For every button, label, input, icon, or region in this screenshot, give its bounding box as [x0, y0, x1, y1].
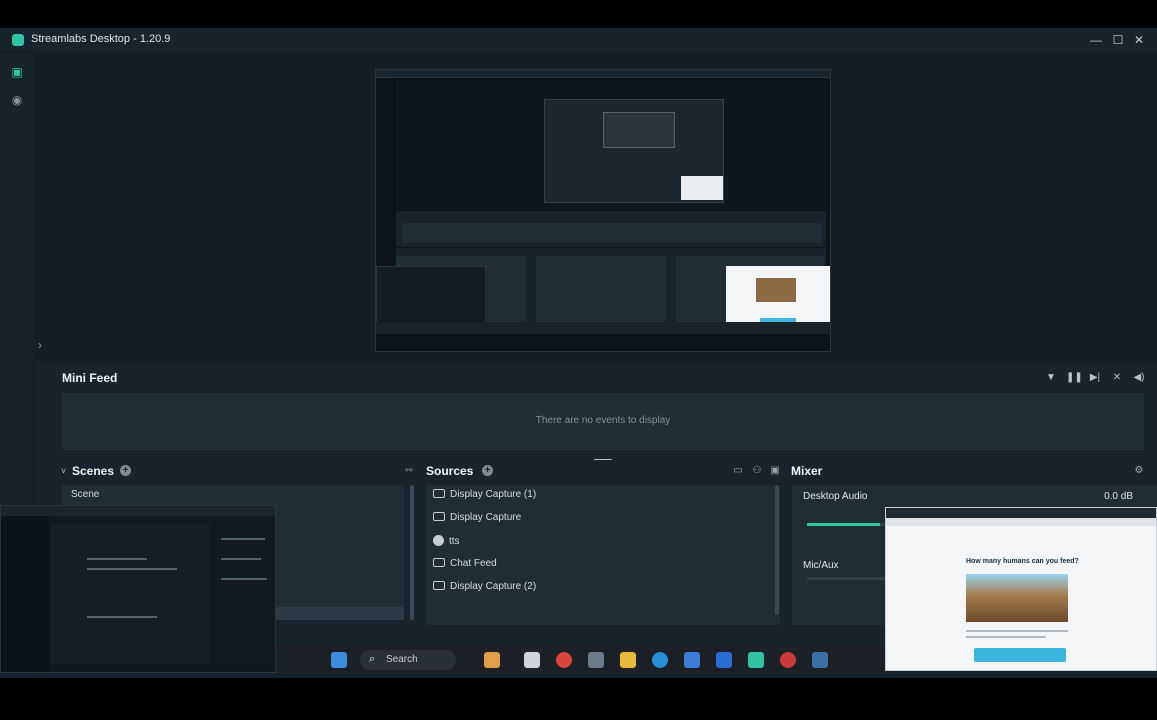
group-icon[interactable]: ⚇: [750, 464, 764, 478]
streamlabs-taskbar-icon[interactable]: [748, 652, 764, 668]
nested-minifeed: [396, 211, 826, 247]
source-label: Display Capture: [450, 512, 522, 523]
filter-icon[interactable]: ▼: [1044, 371, 1058, 385]
thumbnail-tabbar: [1, 506, 275, 516]
preview-display-capture: [375, 69, 831, 352]
source-label: tts: [449, 536, 460, 547]
nested-preview-frame: [544, 99, 724, 203]
app-icon[interactable]: [812, 652, 828, 668]
browser-cta-button: [974, 648, 1066, 662]
search-icon: ⌕: [369, 653, 376, 665]
chrome-icon[interactable]: [556, 652, 572, 668]
mini-feed-events: There are no events to display: [62, 393, 1144, 450]
browser-text-line: [966, 636, 1046, 638]
thumbnail-sidebar: [1, 516, 49, 672]
windows-start-icon[interactable]: [331, 652, 347, 668]
mixer-title: Mixer: [791, 464, 823, 478]
store-icon[interactable]: [716, 652, 732, 668]
thumbnail-text-line: [87, 568, 177, 570]
nested-browser-image: [756, 278, 796, 302]
thumbnail-main: [51, 524, 211, 664]
preview-window-bar: [376, 70, 830, 78]
thumbnail-text-line: [87, 558, 147, 560]
gear-icon[interactable]: ⚙: [1132, 464, 1146, 478]
pause-icon[interactable]: ❚❚: [1066, 371, 1083, 385]
monitor-icon: [433, 558, 445, 567]
source-label: Chat Feed: [450, 558, 497, 569]
task-view-icon[interactable]: [524, 652, 540, 668]
nested-sources: [536, 256, 666, 326]
mail-icon[interactable]: [684, 652, 700, 668]
browser-thumbnail-window: How many humans can you feed?: [885, 507, 1157, 671]
monitor-icon: [433, 489, 445, 498]
monitor-icon: [433, 581, 445, 590]
mixer-channel-name: Mic/Aux: [803, 560, 839, 571]
source-item[interactable]: tts: [433, 535, 460, 555]
source-item[interactable]: Display Capture (1): [433, 489, 536, 509]
taskbar-search-label: Search: [386, 654, 418, 665]
nested-taskbar: [376, 322, 830, 334]
browser-address-bar: [886, 518, 1156, 526]
thumbnail-text-line: [221, 558, 261, 560]
close-button[interactable]: ✕: [1129, 30, 1149, 50]
mini-feed-empty-message: There are no events to display: [535, 415, 671, 426]
windows-taskbar: ⌕ Search: [276, 645, 885, 675]
source-item[interactable]: Chat Feed: [433, 558, 497, 578]
browser-text-line: [966, 630, 1068, 632]
sources-title: Sources: [426, 464, 474, 478]
scene-transitions-icon[interactable]: ⇿: [402, 464, 416, 478]
chrome-profile-icon[interactable]: [780, 652, 796, 668]
mini-feed-panel: Mini Feed ▼ ❚❚ ▶| ✕ ◀) There are no even…: [35, 363, 1157, 453]
title-bar: Streamlabs Desktop - 1.20.9 — ☐ ✕: [0, 28, 1157, 52]
monitor-icon: [433, 512, 445, 521]
thumbnail-text-line: [221, 578, 267, 580]
scenes-scrollbar[interactable]: [410, 485, 414, 620]
volume-icon[interactable]: ◀): [1132, 371, 1146, 385]
streamlabs-logo-icon: [12, 34, 24, 46]
add-source-icon[interactable]: +: [482, 465, 493, 476]
source-item[interactable]: Display Capture: [433, 512, 521, 532]
volume-meter-fill: [807, 523, 880, 526]
maximize-button[interactable]: ☐: [1108, 30, 1128, 50]
file-explorer-icon[interactable]: [620, 652, 636, 668]
mini-feed-title: Mini Feed: [62, 371, 118, 385]
thumbnail-text-line: [221, 538, 265, 540]
app-icon[interactable]: [588, 652, 604, 668]
source-label: Display Capture (2): [450, 581, 537, 592]
sources-scrollbar[interactable]: [775, 485, 779, 615]
window-title: Streamlabs Desktop - 1.20.9: [31, 33, 171, 45]
mixer-channel-name: Desktop Audio: [803, 491, 868, 502]
thumbnail-text-line: [87, 616, 157, 618]
desktop-thumbnail-window: [0, 505, 276, 673]
sources-list: Display Capture (1) Display Capture tts …: [426, 485, 780, 625]
scene-item[interactable]: Scene: [71, 489, 99, 500]
browser-tabbar: [886, 508, 1156, 518]
scenes-title: Scenes: [72, 464, 115, 478]
chevron-down-icon[interactable]: ˅: [61, 466, 66, 476]
taskbar-widget-icon[interactable]: [484, 652, 500, 668]
skip-icon[interactable]: ▶|: [1088, 371, 1102, 385]
edge-icon[interactable]: [652, 652, 668, 668]
nested-screen: [603, 112, 675, 148]
add-scene-icon[interactable]: +: [120, 465, 131, 476]
mixer-channel-db: 0.0 dB: [1104, 491, 1133, 502]
browser-hero-image: [966, 574, 1068, 622]
nested-preview: [396, 79, 826, 209]
remove-source-icon[interactable]: ▣: [768, 464, 782, 478]
editor-icon[interactable]: ▣: [10, 65, 24, 79]
taskbar-search[interactable]: ⌕ Search: [360, 650, 456, 670]
mute-alerts-icon[interactable]: ✕: [1110, 371, 1124, 385]
audio-source-icon: [433, 535, 444, 546]
studio-mode-icon[interactable]: ◉: [10, 93, 24, 107]
nested-white-window: [681, 176, 723, 200]
stream-preview: ›: [35, 53, 1157, 361]
source-label: Display Capture (1): [450, 489, 537, 500]
nested-minifeed-box: [402, 223, 822, 243]
source-item[interactable]: Display Capture (2): [433, 581, 536, 601]
folder-icon[interactable]: ▭: [731, 464, 745, 478]
thumbnail-right-column: [215, 524, 275, 664]
browser-headline: How many humans can you feed?: [966, 558, 1079, 565]
minimize-button[interactable]: —: [1086, 30, 1106, 50]
chevron-right-icon[interactable]: ›: [38, 338, 42, 352]
